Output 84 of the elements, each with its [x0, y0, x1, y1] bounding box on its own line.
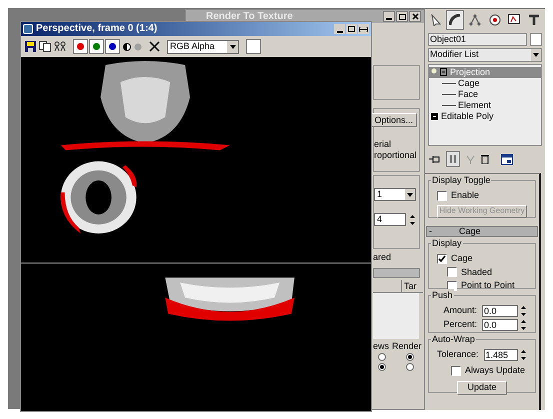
group-title: Push: [431, 289, 454, 301]
sub-object-item[interactable]: Face: [458, 88, 478, 102]
maximize-button[interactable]: [396, 11, 408, 22]
minimize-button[interactable]: [334, 24, 345, 34]
double-arrow-icon: [359, 26, 368, 32]
options-button[interactable]: Options...: [370, 113, 417, 127]
mono-icon[interactable]: [123, 42, 131, 50]
clone-icon[interactable]: [54, 41, 66, 52]
radio-button[interactable]: [378, 363, 386, 371]
target-icon: [488, 14, 501, 26]
spinner-arrows-icon[interactable]: [520, 305, 527, 317]
close-icon: [412, 13, 418, 20]
radio-button[interactable]: [406, 363, 414, 371]
checkbox-label: Enable: [451, 189, 480, 202]
spinner-field[interactable]: 4: [374, 213, 406, 226]
checkbox[interactable]: [447, 267, 457, 278]
spinner-field[interactable]: 1.485: [484, 349, 518, 361]
maximize-button[interactable]: [346, 24, 357, 34]
close-button[interactable]: [409, 11, 421, 22]
expand-icon: [431, 113, 438, 120]
column-label: ews: [373, 341, 390, 352]
field-label: Amount:: [442, 304, 478, 318]
spinner-arrows-icon[interactable]: [520, 319, 527, 331]
save-icon[interactable]: [25, 41, 36, 52]
option-text: erial: [374, 139, 392, 150]
window-title: Render To Texture: [206, 12, 293, 22]
cage-rollout-header[interactable]: - Cage: [426, 226, 538, 237]
column-label: Render: [392, 341, 422, 352]
radio-button[interactable]: [378, 353, 386, 361]
clear-icon[interactable]: [149, 41, 160, 52]
group-title: Auto-Wrap: [431, 333, 476, 345]
checkbox[interactable]: [451, 366, 461, 376]
checkbox[interactable]: [437, 190, 447, 201]
spinner-field[interactable]: 0.0: [482, 305, 518, 317]
object-color-swatch[interactable]: [530, 33, 542, 46]
hierarchy-icon: [469, 14, 482, 26]
spinner-arrows-icon[interactable]: [409, 214, 416, 226]
pin-stack-icon[interactable]: [429, 154, 440, 164]
minimize-icon: [386, 18, 392, 21]
object-name-field[interactable]: Object01: [428, 33, 527, 46]
maximize-icon: [398, 14, 406, 20]
app-icon: [23, 24, 33, 34]
show-end-result-button[interactable]: [446, 151, 460, 167]
bulb-collapse-icon: [431, 68, 447, 77]
group-title: Display Toggle: [431, 174, 492, 186]
channel-dropdown[interactable]: RGB Alpha: [167, 40, 239, 54]
window-title: Perspective, frame 0 (1:4): [36, 24, 158, 34]
dropdown[interactable]: 1: [374, 188, 416, 201]
checkbox-label: Shaded: [461, 266, 492, 278]
field-label: Tolerance:: [437, 348, 480, 362]
maximize-icon: [348, 26, 355, 32]
sub-object-item[interactable]: Cage: [458, 76, 480, 90]
cursor-arrow-icon: [430, 14, 442, 26]
checkbox[interactable]: [437, 254, 447, 264]
alpha-dot-icon[interactable]: [134, 42, 142, 50]
configure-icon[interactable]: [501, 154, 513, 164]
panel-tab[interactable]: [446, 10, 464, 30]
restore-button[interactable]: [358, 24, 369, 34]
minimize-button[interactable]: [383, 11, 395, 22]
option-text: ared: [373, 252, 392, 263]
modifier-list-dropdown[interactable]: Modifier List: [428, 48, 542, 62]
option-text: roportional: [374, 150, 417, 161]
checkbox-label: Always Update: [465, 364, 526, 377]
curve-icon: [449, 14, 462, 26]
trash-icon[interactable]: [481, 154, 489, 164]
minimize-icon: [336, 31, 342, 34]
color-swatch[interactable]: [246, 39, 261, 54]
checkbox[interactable]: [447, 280, 457, 291]
copy-icon[interactable]: [39, 41, 51, 52]
checkbox-label: Cage: [451, 252, 473, 265]
stack-item[interactable]: Editable Poly: [429, 111, 541, 122]
bars-icon: [450, 155, 456, 163]
update-button[interactable]: Update: [457, 380, 507, 394]
column-header: Tar: [401, 280, 423, 292]
spinner-arrows-icon[interactable]: [520, 349, 527, 361]
group-box: [373, 65, 420, 100]
spinner-field[interactable]: 0.0: [482, 319, 518, 331]
table-body: [373, 293, 419, 339]
group-title: Display: [431, 237, 463, 249]
checkbox-label: Point to Point: [461, 279, 515, 292]
monitor-icon: [508, 14, 520, 26]
radio-button[interactable]: [406, 353, 414, 361]
sub-object-item[interactable]: Element: [458, 98, 492, 112]
field-label: Percent:: [442, 318, 478, 332]
